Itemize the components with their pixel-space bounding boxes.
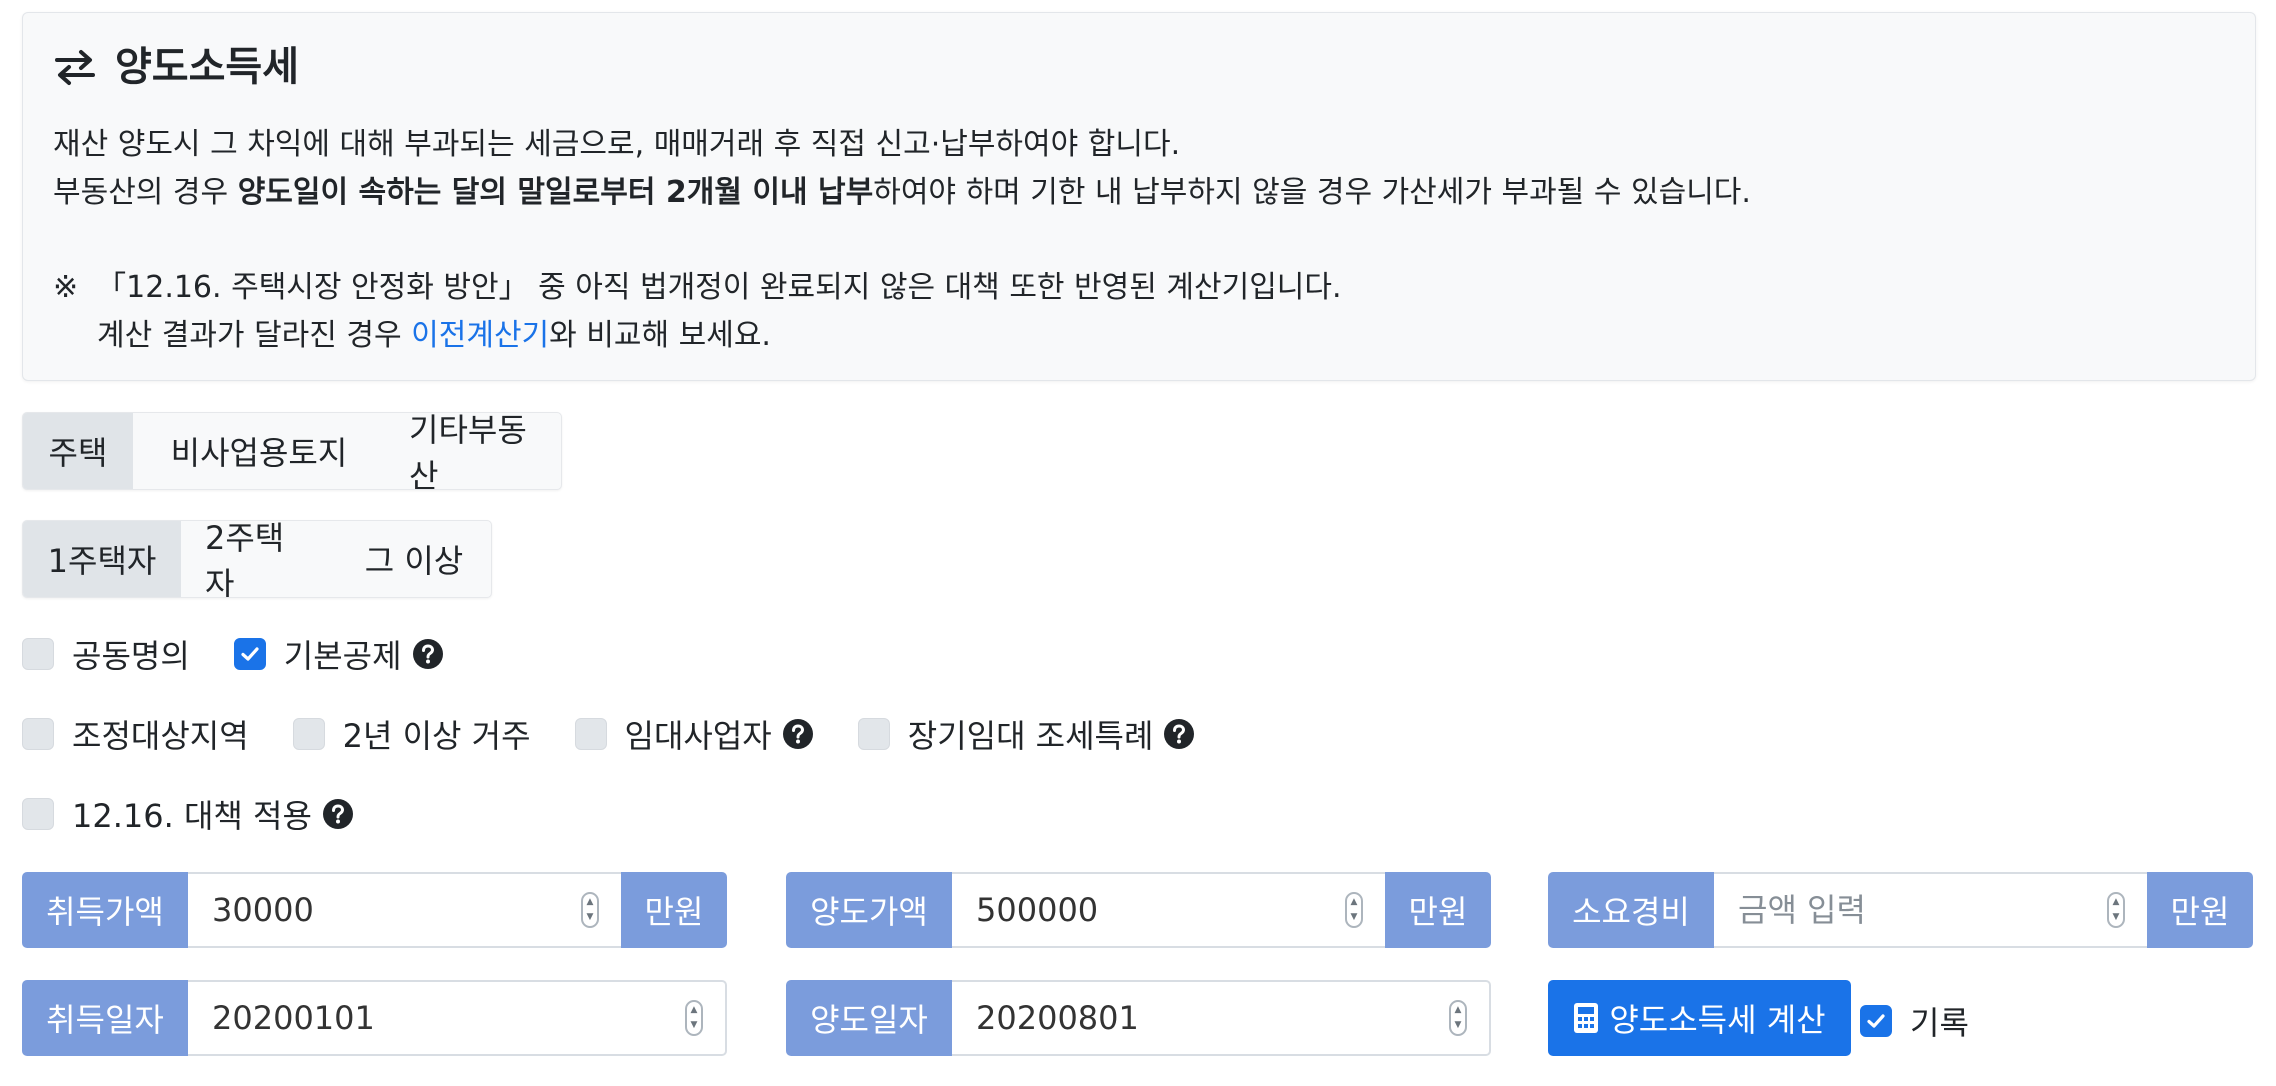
page: 양도소득세 재산 양도시 그 차익에 대해 부과되는 세금으로, 매매거래 후 … — [0, 0, 2276, 1086]
basic-deduction-label: 기본공제 — [283, 637, 402, 675]
acquisition-price-label: 취득가액 — [22, 872, 188, 948]
title-text: 양도소득세 — [115, 44, 299, 90]
note-line-2-post: 와 비교해 보세요. — [549, 318, 771, 353]
page-title: 양도소득세 — [53, 43, 299, 91]
record-label: 기록 — [1910, 1004, 1969, 1042]
intro-line-2-pre: 부동산의 경우 — [53, 175, 238, 210]
spinner-up-icon[interactable]: ▲ — [1455, 1006, 1462, 1015]
regulated-area-option[interactable]: 조정대상지역 — [22, 711, 249, 757]
residence-2y-checkbox[interactable] — [292, 718, 325, 750]
transfer-price-field[interactable]: ▲▼ — [952, 872, 1385, 948]
number-spinner[interactable]: ▲ ▼ — [1345, 892, 1363, 928]
rental-business-option[interactable]: 임대사업자 — [574, 711, 814, 757]
tab-one-house[interactable]: 1주택자 — [23, 521, 181, 597]
question-circle-icon[interactable] — [322, 798, 354, 830]
acquisition-price-input[interactable] — [188, 874, 621, 946]
joint-ownership-option[interactable]: 공동명의 — [22, 631, 190, 677]
acquisition-price-field[interactable]: ▲▼ — [188, 872, 621, 948]
transfer-date-input[interactable] — [952, 982, 1489, 1054]
expenses-field[interactable]: ▲▼ — [1714, 872, 2147, 948]
transfer-date-label: 양도일자 — [786, 980, 952, 1056]
spinner-down-icon[interactable]: ▼ — [1455, 1021, 1462, 1030]
tab-two-houses[interactable]: 2주택자 — [181, 521, 337, 597]
intro-line-2-bold: 양도일이 속하는 달의 말일로부터 2개월 이내 납부 — [237, 175, 874, 210]
joint-ownership-label: 공동명의 — [72, 637, 190, 675]
tab-housing[interactable]: 주택 — [23, 413, 133, 489]
calculate-button[interactable]: 양도소득세 계산 — [1548, 980, 1851, 1056]
number-spinner[interactable]: ▲ ▼ — [685, 1000, 703, 1036]
regulated-area-checkbox[interactable] — [22, 718, 54, 750]
note-mark: ※ — [53, 270, 79, 305]
joint-ownership-checkbox[interactable] — [22, 638, 54, 670]
swap-icon — [55, 50, 95, 85]
transfer-price-unit: 만원 — [1385, 872, 1491, 948]
long-term-rental-checkbox[interactable] — [857, 718, 890, 750]
policy-1216-option[interactable]: 12.16. 대책 적용 — [22, 791, 354, 837]
record-option[interactable]: 기록 — [1860, 998, 1969, 1044]
previous-calculator-link[interactable]: 이전계산기 — [411, 318, 549, 353]
number-spinner[interactable]: ▲ ▼ — [1449, 1000, 1467, 1036]
tab-non-business-land[interactable]: 비사업용토지 — [133, 413, 385, 489]
policy-1216-label: 12.16. 대책 적용 — [72, 797, 312, 835]
tab-more-houses[interactable]: 그 이상 — [337, 521, 491, 597]
intro-line-2-post: 하여야 하며 기한 내 납부하지 않을 경우 가산세가 부과될 수 있습니다. — [873, 175, 1751, 210]
rental-business-label: 임대사업자 — [624, 717, 772, 755]
spinner-up-icon[interactable]: ▲ — [2113, 898, 2120, 907]
spinner-down-icon[interactable]: ▼ — [2113, 913, 2120, 922]
acquisition-date-field[interactable]: ▲▼ — [188, 980, 727, 1056]
basic-deduction-checkbox[interactable] — [233, 638, 266, 670]
transfer-price-group: 양도가액 ▲▼ 만원 — [786, 872, 1491, 948]
spinner-up-icon[interactable]: ▲ — [587, 898, 594, 907]
rental-business-checkbox[interactable] — [574, 718, 607, 750]
number-spinner[interactable]: ▲ ▼ — [581, 892, 599, 928]
spinner-down-icon[interactable]: ▼ — [1351, 913, 1358, 922]
expenses-unit: 만원 — [2147, 872, 2253, 948]
intro-line-2: 부동산의 경우 양도일이 속하는 달의 말일로부터 2개월 이내 납부하여야 하… — [53, 173, 1751, 213]
basic-deduction-option[interactable]: 기본공제 — [233, 631, 444, 677]
regulated-area-label: 조정대상지역 — [72, 717, 249, 755]
question-circle-icon[interactable] — [1163, 718, 1195, 750]
record-checkbox[interactable] — [1860, 1005, 1892, 1037]
tab-other-real-estate[interactable]: 기타부동산 — [385, 413, 561, 489]
checkbox-row-3: 12.16. 대책 적용 — [22, 791, 398, 837]
spinner-down-icon[interactable]: ▼ — [587, 913, 594, 922]
expenses-label: 소요경비 — [1548, 872, 1714, 948]
number-spinner[interactable]: ▲ ▼ — [2107, 892, 2125, 928]
calculate-button-label: 양도소득세 계산 — [1609, 1001, 1826, 1039]
acquisition-date-group: 취득일자 ▲▼ — [22, 980, 727, 1056]
calculator-icon — [1574, 1003, 1599, 1033]
intro-line-1: 재산 양도시 그 차익에 대해 부과되는 세금으로, 매매거래 후 직접 신고·… — [53, 127, 1181, 162]
acquisition-price-unit: 만원 — [621, 872, 727, 948]
transfer-price-label: 양도가액 — [786, 872, 952, 948]
transfer-date-field[interactable]: ▲▼ — [952, 980, 1491, 1056]
spinner-up-icon[interactable]: ▲ — [1351, 898, 1358, 907]
expenses-input[interactable] — [1714, 874, 2147, 946]
check-icon — [1867, 1014, 1885, 1028]
note-line-1-text: 「12.16. 주택시장 안정화 방안」 중 아직 법개정이 완료되지 않은 대… — [96, 270, 1342, 305]
question-circle-icon[interactable] — [412, 638, 444, 670]
transfer-date-group: 양도일자 ▲▼ — [786, 980, 1491, 1056]
residence-2y-label: 2년 이상 거주 — [342, 717, 531, 755]
expenses-group: 소요경비 ▲▼ 만원 — [1548, 872, 2253, 948]
acquisition-price-group: 취득가액 ▲▼ 만원 — [22, 872, 727, 948]
checkbox-row-2: 조정대상지역 2년 이상 거주 임대사업자 장기임대 조세특례 — [22, 711, 1239, 757]
note-line-2: 계산 결과가 달라진 경우 이전계산기와 비교해 보세요. — [97, 316, 771, 356]
acquisition-date-label: 취득일자 — [22, 980, 188, 1056]
note-line-1: ※ 「12.16. 주택시장 안정화 방안」 중 아직 법개정이 완료되지 않은 … — [53, 268, 1342, 308]
spinner-down-icon[interactable]: ▼ — [691, 1021, 698, 1030]
house-count-group: 1주택자 2주택자 그 이상 — [22, 520, 492, 598]
intro-panel: 양도소득세 재산 양도시 그 차익에 대해 부과되는 세금으로, 매매거래 후 … — [22, 12, 2256, 381]
spinner-up-icon[interactable]: ▲ — [691, 1006, 698, 1015]
long-term-rental-label: 장기임대 조세특례 — [907, 717, 1154, 755]
transfer-price-input[interactable] — [952, 874, 1385, 946]
note-line-2-pre: 계산 결과가 달라진 경우 — [97, 318, 412, 353]
check-icon — [241, 647, 259, 661]
acquisition-date-input[interactable] — [188, 982, 725, 1054]
policy-1216-checkbox[interactable] — [22, 798, 54, 830]
checkbox-row-1: 공동명의 기본공제 — [22, 631, 488, 677]
long-term-rental-option[interactable]: 장기임대 조세특례 — [857, 711, 1196, 757]
property-type-group: 주택 비사업용토지 기타부동산 — [22, 412, 562, 490]
question-circle-icon[interactable] — [782, 718, 814, 750]
residence-2y-option[interactable]: 2년 이상 거주 — [292, 711, 531, 757]
